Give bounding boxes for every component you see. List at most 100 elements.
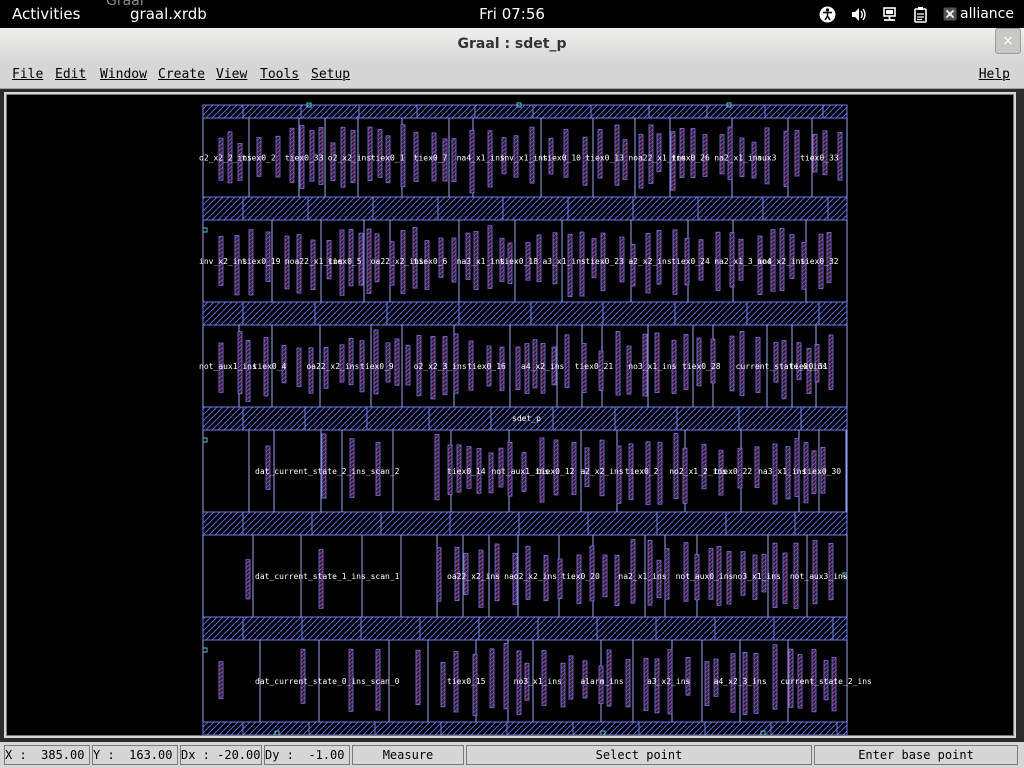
transistor-strip bbox=[704, 661, 710, 706]
transistor-strip bbox=[602, 554, 608, 598]
transistor-strip bbox=[568, 655, 574, 700]
cell-instance-label: a3_x2_ins bbox=[647, 677, 691, 686]
transistor-strip bbox=[275, 135, 281, 178]
volume-icon[interactable] bbox=[850, 6, 867, 23]
cell-instance-label: a3_x1_ins bbox=[542, 257, 586, 266]
cell-instance-label: inv_x2_ins bbox=[199, 257, 247, 266]
transistor-strip bbox=[405, 344, 411, 386]
menu-help[interactable]: Help bbox=[979, 67, 1010, 82]
transistor-strip bbox=[783, 130, 789, 187]
cell-instance-label: tiex0_18 bbox=[500, 257, 539, 266]
transistor-strip bbox=[440, 662, 446, 708]
transistor-strip bbox=[615, 331, 621, 396]
cell-instance-label: tiex0_2 bbox=[625, 467, 659, 476]
accessibility-icon[interactable] bbox=[819, 6, 836, 23]
user-name: alliance bbox=[959, 6, 1014, 22]
transistor-strip bbox=[434, 434, 440, 501]
cell-instance-label: tiex0_4 bbox=[253, 362, 287, 371]
transistor-strip bbox=[451, 138, 457, 183]
window-titlebar: Graal : sdet_p × bbox=[0, 28, 1024, 61]
user-x-icon bbox=[943, 7, 957, 21]
transistor-strip bbox=[245, 559, 251, 600]
power-rail bbox=[202, 104, 848, 119]
menu-window[interactable]: Window bbox=[100, 67, 147, 82]
cell-instance-label: tiex0_21 bbox=[575, 362, 614, 371]
cell-instance-label: alarm_ins bbox=[580, 677, 624, 686]
cell-instance-label: no4_x2_ins bbox=[757, 257, 805, 266]
menu-setup[interactable]: Setup bbox=[311, 67, 350, 82]
cell-instance-label: tiex0_32 bbox=[800, 257, 839, 266]
cell-instance-label: tiex0_20 bbox=[561, 572, 600, 581]
cell-instance-label: a2_x2_ins bbox=[580, 467, 624, 476]
cell-instance-label: tiex0_24 bbox=[671, 257, 710, 266]
transistor-strip bbox=[503, 643, 509, 710]
top-panel: Graal Activities graal.xrdb Fri 07:56 al… bbox=[0, 0, 1024, 28]
status-bar: X : 385.00 Y : 163.00 Dx : -20.00 Dy : -… bbox=[0, 742, 1024, 768]
cell-instance-label: na2_x1_ins bbox=[618, 572, 666, 581]
cell-instance-label: tiex0_13 bbox=[585, 154, 624, 163]
connector-marker bbox=[202, 437, 208, 443]
cell-instance-label: na3_x1_ins bbox=[457, 257, 505, 266]
cell-instance-label: a2_x2_ins bbox=[628, 257, 672, 266]
power-rail bbox=[202, 511, 848, 536]
transistor-strip bbox=[564, 334, 570, 388]
cell-instance-label: dat_current_state_0_ins_scan_0 bbox=[255, 677, 400, 686]
connector-marker bbox=[202, 647, 208, 653]
user-menu[interactable]: alliance bbox=[943, 6, 1014, 22]
cell-instance-label: not_aux3_ins bbox=[790, 572, 848, 581]
cell-instance-label: tiex0_23 bbox=[585, 257, 624, 266]
network-icon[interactable] bbox=[881, 6, 898, 23]
connector-marker bbox=[202, 227, 208, 233]
cell-instance-label: not_aux0_ins bbox=[676, 572, 734, 581]
drawing-area-frame: o2_x2_2_ins tiex0_2 tiex0_33 o2_x2_ins tiex0… bbox=[4, 92, 1016, 738]
menu-tools[interactable]: Tools bbox=[260, 67, 299, 82]
cell-instance-label: o2_x2_3_ins bbox=[414, 362, 467, 371]
cursor-y: Y : 163.00 bbox=[92, 745, 178, 765]
cell-instance-label: no3_x1_ins bbox=[628, 362, 676, 371]
menu-edit[interactable]: Edit bbox=[55, 67, 86, 82]
transistor-strip bbox=[451, 237, 457, 283]
prompt-field: Select point bbox=[466, 745, 812, 765]
cell-instance-label: aux3 bbox=[757, 154, 776, 163]
power-rail bbox=[202, 301, 848, 326]
clipboard-icon[interactable] bbox=[912, 6, 929, 23]
transistor-strip bbox=[296, 347, 302, 388]
menu-bar: File Edit Window Create View Tools Setup… bbox=[0, 60, 1024, 89]
cell-instance-label: no3_x1_ins bbox=[514, 677, 562, 686]
transistor-strip bbox=[218, 661, 224, 700]
cell-instance-label: dat_current_state_2_ins_scan_2 bbox=[255, 467, 400, 476]
cell-instance-label: na2_x1_ins bbox=[714, 154, 762, 163]
cell-instance-label: tiex0_31 bbox=[789, 362, 828, 371]
cell-instance-label: tiex0_2 bbox=[242, 154, 276, 163]
transistor-strip bbox=[489, 648, 495, 709]
cell-instance-label: tiex0_7 bbox=[414, 154, 448, 163]
cell-instance-label: dat_current_state_1_ins_scan_1 bbox=[255, 572, 400, 581]
menu-file[interactable]: File bbox=[12, 67, 43, 82]
layout-canvas[interactable]: o2_x2_2_ins tiex0_2 tiex0_33 o2_x2_ins tiex0… bbox=[6, 94, 1014, 736]
menu-create[interactable]: Create bbox=[158, 67, 205, 82]
cell-instance-label: tiex0_6 bbox=[414, 257, 448, 266]
cell-instance-label: tiex0_16 bbox=[467, 362, 506, 371]
cell-instance-label: tiex0_5 bbox=[328, 257, 362, 266]
menu-view[interactable]: View bbox=[216, 67, 247, 82]
hint-field: Enter base point bbox=[814, 745, 1018, 765]
cell-instance-label: tiex0_12 bbox=[536, 467, 575, 476]
cell-instance-label: tiex0_28 bbox=[682, 362, 721, 371]
cell-instance-label: tiex0_15 bbox=[447, 677, 486, 686]
cell-instance-label: no3_x1_ins bbox=[733, 572, 781, 581]
system-tray: alliance bbox=[819, 3, 1014, 25]
cell-instance-label: a4_x2_3_ins bbox=[714, 677, 767, 686]
cell-instance-label: current_state_2_ins bbox=[780, 677, 872, 686]
close-button[interactable]: × bbox=[995, 28, 1021, 54]
transistor-strip bbox=[772, 644, 778, 710]
cell-instance-label: tiex0_33 bbox=[285, 154, 324, 163]
cell-instance-label: a4_x2_ins bbox=[521, 362, 565, 371]
cell-instance-label: inv_x1_ins bbox=[500, 154, 548, 163]
power-rail bbox=[202, 616, 848, 641]
cell-instance-label: tiex0_10 bbox=[542, 154, 581, 163]
cell-instance-label: tiex0_1 bbox=[371, 154, 405, 163]
cell-instance-label: not_aux1_ins bbox=[199, 362, 257, 371]
transistor-strip bbox=[794, 130, 800, 177]
cell-instance-label: na3_x1_ins bbox=[758, 467, 806, 476]
cursor-dx: Dx : -20.00 bbox=[180, 745, 262, 765]
